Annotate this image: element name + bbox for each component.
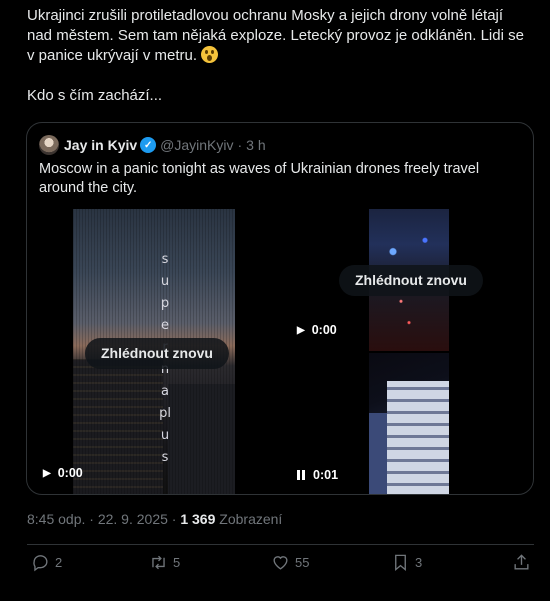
video-3-time: 0:01	[313, 468, 339, 482]
bookmark-icon	[395, 554, 406, 572]
repost-icon	[152, 555, 165, 570]
views-count: 1 369	[180, 511, 216, 527]
video-2-controls[interactable]: ▶ 0:00	[297, 323, 337, 337]
bookmark-button[interactable]: 3	[391, 553, 422, 572]
quote-time[interactable]: 3 h	[246, 137, 265, 153]
bookmark-count: 3	[415, 555, 423, 570]
action-bar: 2 5 55 3	[0, 553, 550, 577]
tweet-body: Ukrajinci zrušili protiletadlovou ochran…	[27, 7, 524, 64]
verified-badge-icon: ✓	[140, 137, 157, 153]
quote-header: Jay in Kyiv ✓ @JayinKyiv · 3 h	[39, 135, 266, 155]
video-3[interactable]	[369, 353, 449, 494]
like-count: 55	[295, 555, 310, 570]
play-icon[interactable]: ▶	[297, 325, 305, 336]
avatar[interactable]	[39, 135, 59, 155]
divider	[27, 544, 534, 545]
repost-count: 5	[173, 555, 181, 570]
tweet-text: Ukrajinci zrušili protiletadlovou ochran…	[27, 6, 527, 106]
tweet-body-2: Kdo s čím zachází...	[27, 87, 163, 104]
play-icon[interactable]: ▶	[43, 468, 51, 479]
quoted-tweet[interactable]: Jay in Kyiv ✓ @JayinKyiv · 3 h Moscow in…	[26, 122, 534, 495]
astonished-emoji-icon	[201, 46, 219, 63]
share-icon	[514, 554, 529, 570]
reply-icon	[33, 555, 48, 572]
quote-text: Moscow in a panic tonight as waves of Uk…	[39, 161, 480, 196]
video-3-scene	[387, 381, 449, 494]
share-button[interactable]	[512, 553, 536, 572]
replay-button-1[interactable]: Zhlédnout znovu	[85, 338, 229, 369]
video-1-time: 0:00	[57, 466, 83, 480]
video-2-time: 0:00	[311, 323, 337, 337]
reply-count: 2	[55, 555, 63, 570]
repost-button[interactable]: 5	[149, 553, 180, 572]
views-label: Zobrazení	[219, 511, 283, 527]
quote-author-name[interactable]: Jay in Kyiv	[64, 137, 137, 153]
timestamp[interactable]: 8:45 odp. · 22. 9. 2025 ·	[27, 511, 176, 527]
video-3-controls[interactable]: 0:01	[297, 468, 338, 482]
separator: ·	[237, 137, 243, 153]
replay-button-2[interactable]: Zhlédnout znovu	[339, 265, 483, 296]
like-button[interactable]: 55	[271, 553, 309, 572]
video-1-controls[interactable]: ▶ 0:00	[43, 466, 83, 480]
quote-author-handle[interactable]: @JayinKyiv	[160, 137, 233, 153]
heart-icon	[273, 556, 288, 570]
pause-icon[interactable]	[297, 470, 305, 480]
reply-button[interactable]: 2	[31, 553, 62, 572]
tweet-meta: 8:45 odp. · 22. 9. 2025 · 1 369 Zobrazen…	[27, 511, 282, 527]
